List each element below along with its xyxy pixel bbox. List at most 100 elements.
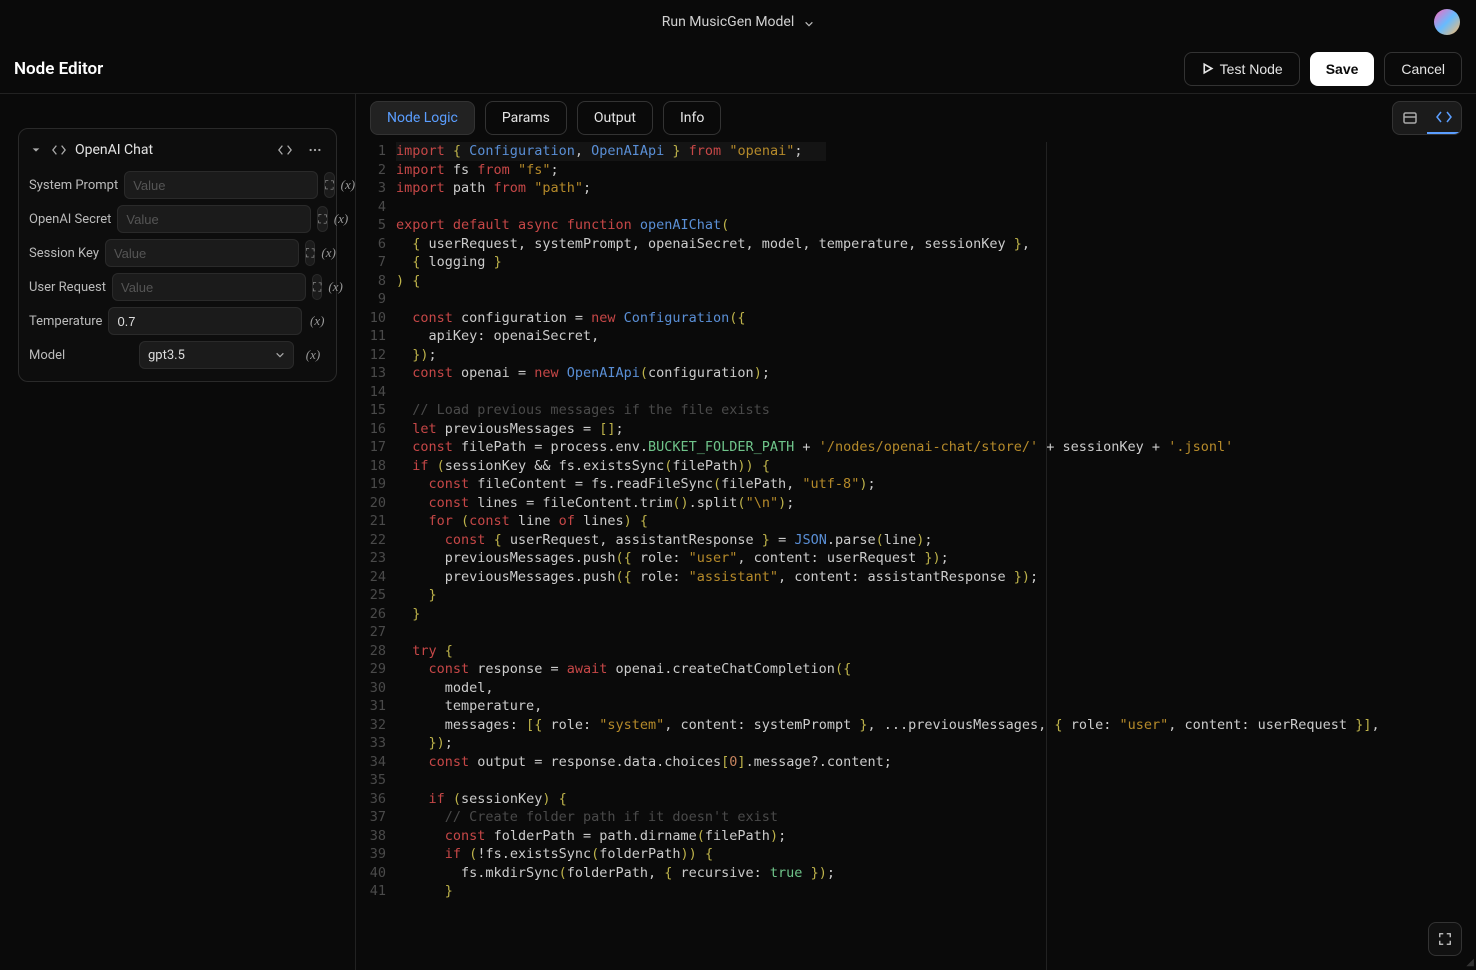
code-line[interactable]: 32 messages: [{ role: "system", content:… <box>356 716 1476 735</box>
openai-secret-label: OpenAI Secret <box>29 212 111 227</box>
code-content: const filePath = process.env.BUCKET_FOLD… <box>396 438 1257 457</box>
code-line[interactable]: 20 const lines = fileContent.trim().spli… <box>356 494 1476 513</box>
node-panel: OpenAI Chat System Prompt ⛶ (x) OpenAI S… <box>18 128 337 382</box>
user-request-input[interactable] <box>112 273 306 301</box>
code-line[interactable]: 4 <box>356 198 1476 217</box>
line-number: 16 <box>356 420 396 439</box>
line-number: 30 <box>356 679 396 698</box>
line-number: 2 <box>356 161 396 180</box>
tab-output[interactable]: Output <box>577 101 653 135</box>
code-content: try { <box>396 642 477 661</box>
code-line[interactable]: 28 try { <box>356 642 1476 661</box>
code-line[interactable]: 33 }); <box>356 734 1476 753</box>
line-number: 41 <box>356 882 396 901</box>
code-content: } <box>396 586 461 605</box>
cancel-button[interactable]: Cancel <box>1384 52 1462 86</box>
tab-node-logic[interactable]: Node Logic <box>370 101 475 135</box>
code-line[interactable]: 40 fs.mkdirSync(folderPath, { recursive:… <box>356 864 1476 883</box>
tab-info[interactable]: Info <box>663 101 721 135</box>
code-line[interactable]: 27 <box>356 623 1476 642</box>
code-line[interactable]: 9 <box>356 290 1476 309</box>
code-line[interactable]: 2import fs from "fs"; <box>356 161 1476 180</box>
variable-icon[interactable]: (x) <box>328 274 342 300</box>
code-icon <box>51 142 67 158</box>
avatar[interactable] <box>1434 9 1460 35</box>
variable-icon[interactable]: (x) <box>308 308 326 334</box>
expand-icon[interactable]: ⛶ <box>317 206 327 232</box>
line-number: 35 <box>356 771 396 790</box>
breadcrumb[interactable]: Run MusicGen Model <box>662 14 815 30</box>
code-line[interactable]: 22 const { userRequest, assistantRespons… <box>356 531 1476 550</box>
model-label: Model <box>29 348 133 363</box>
code-line[interactable]: 30 model, <box>356 679 1476 698</box>
fullscreen-button[interactable] <box>1428 922 1462 956</box>
line-number: 22 <box>356 531 396 550</box>
code-content: const fileContent = fs.readFileSync(file… <box>396 475 900 494</box>
more-icon[interactable] <box>304 139 326 161</box>
line-number: 18 <box>356 457 396 476</box>
code-line[interactable]: 14 <box>356 383 1476 402</box>
code-content: { logging } <box>396 253 526 272</box>
code-line[interactable]: 5export default async function openAICha… <box>356 216 1476 235</box>
chevron-down-icon <box>804 17 814 27</box>
code-line[interactable]: 38 const folderPath = path.dirname(fileP… <box>356 827 1476 846</box>
layout-view-button[interactable] <box>1393 102 1427 134</box>
code-line[interactable]: 23 previousMessages.push({ role: "user",… <box>356 549 1476 568</box>
variable-icon[interactable]: (x) <box>300 342 326 368</box>
code-line[interactable]: 24 previousMessages.push({ role: "assist… <box>356 568 1476 587</box>
expand-icon[interactable]: ⛶ <box>305 240 315 266</box>
session-key-input[interactable] <box>105 239 299 267</box>
system-prompt-input[interactable] <box>124 171 318 199</box>
code-content: } <box>396 605 444 624</box>
code-content: previousMessages.push({ role: "assistant… <box>396 568 1062 587</box>
expand-icon[interactable]: ⛶ <box>324 172 334 198</box>
code-line[interactable]: 3import path from "path"; <box>356 179 1476 198</box>
code-line[interactable]: 35 <box>356 771 1476 790</box>
code-editor[interactable]: 1import { Configuration, OpenAIApi } fro… <box>356 142 1476 970</box>
code-content: const openai = new OpenAIApi(configurati… <box>396 364 794 383</box>
code-line[interactable]: 36 if (sessionKey) { <box>356 790 1476 809</box>
tab-params[interactable]: Params <box>485 101 567 135</box>
expand-icon[interactable]: ⛶ <box>312 274 322 300</box>
code-line[interactable]: 37 // Create folder path if it doesn't e… <box>356 808 1476 827</box>
code-line[interactable]: 15 // Load previous messages if the file… <box>356 401 1476 420</box>
code-line[interactable]: 18 if (sessionKey && fs.existsSync(fileP… <box>356 457 1476 476</box>
line-number: 33 <box>356 734 396 753</box>
variable-icon[interactable]: (x) <box>341 172 355 198</box>
openai-secret-input[interactable] <box>117 205 311 233</box>
code-line[interactable]: 34 const output = response.data.choices[… <box>356 753 1476 772</box>
code-line[interactable]: 8) { <box>356 272 1476 291</box>
save-button[interactable]: Save <box>1310 52 1375 86</box>
code-line[interactable]: 25 } <box>356 586 1476 605</box>
code-view-icon[interactable] <box>274 139 296 161</box>
code-line[interactable]: 12 }); <box>356 346 1476 365</box>
code-line[interactable]: 10 const configuration = new Configurati… <box>356 309 1476 328</box>
code-line[interactable]: 16 let previousMessages = []; <box>356 420 1476 439</box>
code-line[interactable]: 7 { logging } <box>356 253 1476 272</box>
code-line[interactable]: 13 const openai = new OpenAIApi(configur… <box>356 364 1476 383</box>
temperature-input[interactable] <box>108 307 302 335</box>
page-title: Node Editor <box>14 59 103 79</box>
code-view-button[interactable] <box>1427 102 1461 134</box>
variable-icon[interactable]: (x) <box>321 240 335 266</box>
line-number: 5 <box>356 216 396 235</box>
code-line[interactable]: 41 } <box>356 882 1476 901</box>
code-content: }); <box>396 346 461 365</box>
test-node-button[interactable]: Test Node <box>1184 52 1300 86</box>
code-line[interactable]: 6 { userRequest, systemPrompt, openaiSec… <box>356 235 1476 254</box>
code-line[interactable]: 31 temperature, <box>356 697 1476 716</box>
code-line[interactable]: 19 const fileContent = fs.readFileSync(f… <box>356 475 1476 494</box>
code-line[interactable]: 21 for (const line of lines) { <box>356 512 1476 531</box>
collapse-toggle[interactable] <box>29 143 43 157</box>
code-line[interactable]: 39 if (!fs.existsSync(folderPath)) { <box>356 845 1476 864</box>
variable-icon[interactable]: (x) <box>334 206 348 232</box>
model-select[interactable]: gpt3.5 <box>139 341 294 369</box>
code-content: export default async function openAIChat… <box>396 216 753 235</box>
code-line[interactable]: 26 } <box>356 605 1476 624</box>
code-line[interactable]: 29 const response = await openai.createC… <box>356 660 1476 679</box>
line-number: 17 <box>356 438 396 457</box>
code-line[interactable]: 1import { Configuration, OpenAIApi } fro… <box>356 142 1476 161</box>
line-number: 15 <box>356 401 396 420</box>
code-line[interactable]: 11 apiKey: openaiSecret, <box>356 327 1476 346</box>
code-line[interactable]: 17 const filePath = process.env.BUCKET_F… <box>356 438 1476 457</box>
